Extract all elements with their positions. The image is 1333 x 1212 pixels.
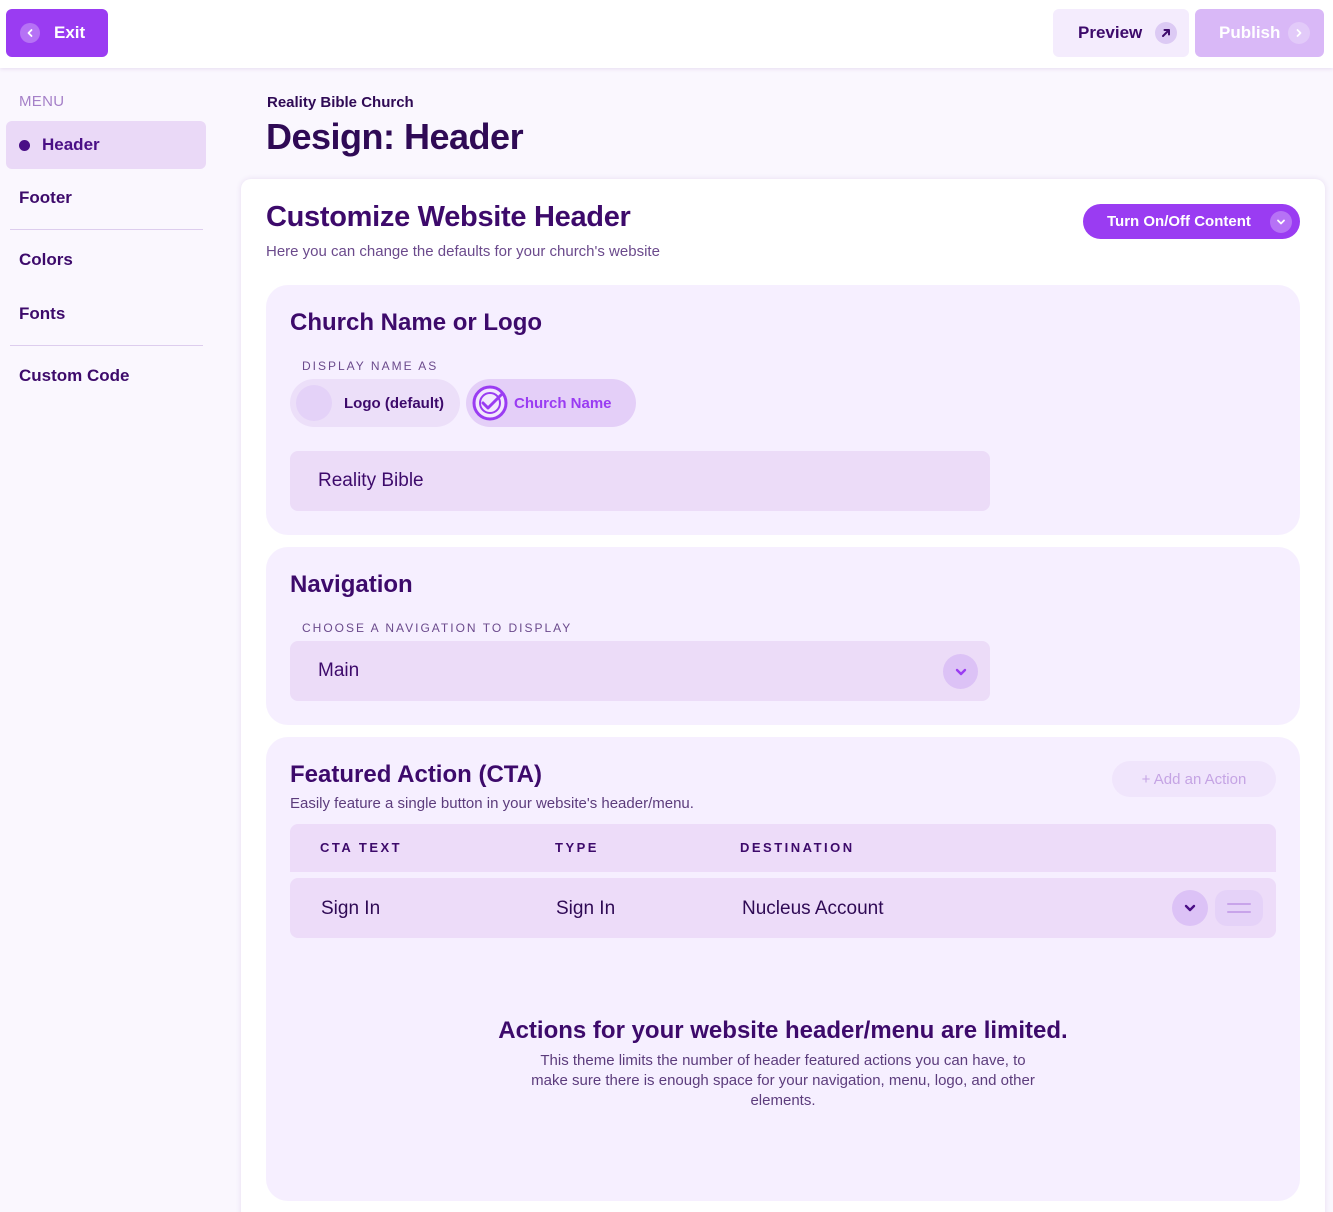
column-header: DESTINATION [740,840,855,855]
drag-handle-icon[interactable] [1215,890,1263,926]
section-title: Navigation [290,571,413,598]
cta-table-header: CTA TEXT TYPE DESTINATION [290,824,1276,872]
sidebar-item-label: Colors [19,250,73,269]
toggle-content-label: Turn On/Off Content [1107,213,1251,230]
sidebar-item-label: Header [42,135,100,154]
preview-button[interactable]: Preview [1053,9,1189,57]
column-header: CTA TEXT [320,840,403,855]
sidebar-item-colors[interactable]: Colors [6,236,206,284]
cta-text-cell: Sign In [321,898,381,919]
sidebar-item-label: Fonts [19,304,66,323]
menu-label: MENU [19,93,65,110]
sidebar-item-custom-code[interactable]: Custom Code [6,352,206,400]
navigation-section: Navigation CHOOSE A NAVIGATION TO DISPLA… [266,547,1300,725]
check-circle-icon [472,385,508,421]
section-label: CHOOSE A NAVIGATION TO DISPLAY [302,621,573,635]
sidebar-item-header[interactable]: Header [6,121,206,169]
sidebar-item-footer[interactable]: Footer [6,174,206,222]
radio-unchecked-icon [296,385,332,421]
option-logo[interactable]: Logo (default) [290,379,460,427]
section-description: Easily feature a single button in your w… [290,795,694,812]
exit-label: Exit [54,23,86,42]
exit-button[interactable]: Exit [6,9,108,57]
publish-button[interactable]: Publish [1195,9,1324,57]
publish-label: Publish [1219,23,1281,42]
navigation-select-value: Main [318,660,360,681]
limit-description: This theme limits the number of header f… [531,1052,1035,1109]
arrow-up-right-icon [1155,22,1177,44]
top-bar: Exit Preview Publish [0,0,1333,68]
chevron-down-icon [943,654,978,689]
toggle-content-button[interactable]: Turn On/Off Content [1083,204,1300,239]
option-church-name[interactable]: Church Name [466,379,636,427]
preview-label: Preview [1078,23,1143,42]
card-title: Customize Website Header [266,201,631,233]
add-action-button[interactable]: + Add an Action [1112,761,1276,797]
navigation-select[interactable]: Main [290,641,990,701]
cta-destination-cell: Nucleus Account [742,898,884,919]
chevron-down-icon [1184,904,1196,912]
expand-row-button[interactable] [1172,890,1208,926]
section-label: DISPLAY NAME AS [302,359,439,373]
card-subtitle: Here you can change the defaults for you… [266,243,660,260]
table-row: Sign In Sign In Nucleus Account [290,878,1276,938]
featured-action-section: Featured Action (CTA) Easily feature a s… [266,737,1300,1201]
section-title: Featured Action (CTA) [290,761,542,788]
sidebar-divider [10,229,203,230]
active-dot-icon [19,139,30,151]
church-name-section: Church Name or Logo DISPLAY NAME AS Logo… [266,285,1300,535]
section-title: Church Name or Logo [290,309,543,336]
chevron-right-icon [1288,22,1310,44]
chevron-left-icon [20,23,40,43]
sidebar-item-label: Footer [19,188,72,207]
cta-type-cell: Sign In [556,898,616,919]
sidebar-divider [10,345,203,346]
sidebar-item-label: Custom Code [19,366,130,385]
option-label: Logo (default) [344,394,444,412]
option-label: Church Name [514,394,612,412]
org-name: Reality Bible Church [267,94,414,111]
page-title: Design: Header [266,116,524,157]
limit-title: Actions for your website header/menu are… [498,1017,1068,1044]
sidebar-item-fonts[interactable]: Fonts [6,290,206,338]
church-name-input[interactable]: Reality Bible [290,451,990,511]
column-header: TYPE [555,840,599,855]
chevron-down-icon [1270,211,1292,233]
